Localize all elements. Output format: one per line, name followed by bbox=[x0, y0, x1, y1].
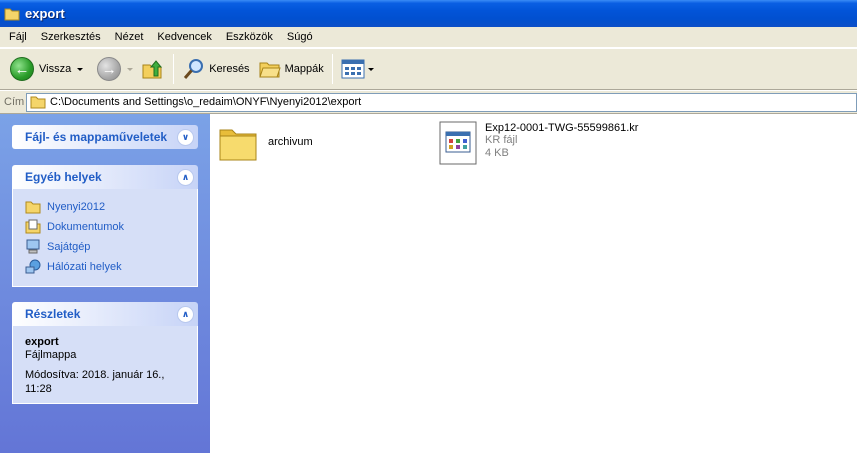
menu-help[interactable]: Súgó bbox=[280, 28, 320, 47]
place-item-label: Dokumentumok bbox=[47, 221, 125, 233]
folders-button-label: Mappák bbox=[284, 63, 324, 75]
file-item[interactable]: archivum bbox=[218, 124, 313, 162]
places-panel: Egyéb helyek ∧ Nyenyi2012 Dokumentumok S… bbox=[12, 165, 198, 287]
title-bar[interactable]: export bbox=[0, 0, 857, 27]
search-icon bbox=[184, 59, 204, 79]
menu-view[interactable]: Nézet bbox=[108, 28, 151, 47]
main-area: Fájl- és mappaműveletek ∨ Egyéb helyek ∧… bbox=[0, 113, 857, 453]
tasks-panel-header[interactable]: Fájl- és mappaműveletek ∨ bbox=[12, 125, 198, 149]
place-item-label: Sajátgép bbox=[47, 241, 91, 253]
network-icon bbox=[25, 259, 41, 274]
menu-file[interactable]: Fájl bbox=[2, 28, 34, 47]
details-time: 11:28 bbox=[25, 383, 52, 395]
places-panel-title: Egyéb helyek bbox=[25, 170, 102, 184]
tasks-panel: Fájl- és mappaműveletek ∨ bbox=[12, 125, 198, 149]
details-modified: Módosítva: 2018. január 16., bbox=[25, 369, 165, 381]
expand-chevron-icon[interactable]: ∨ bbox=[177, 128, 194, 146]
details-panel: Részletek ∧ export Fájlmappa Módosítva: … bbox=[12, 302, 198, 404]
forward-dropdown-icon[interactable] bbox=[127, 67, 134, 71]
details-item-name: export bbox=[25, 336, 59, 348]
place-item-network[interactable]: Hálózati helyek bbox=[25, 257, 187, 277]
address-label: Cím bbox=[4, 96, 25, 108]
place-item-label: Nyenyi2012 bbox=[47, 201, 106, 213]
collapse-chevron-icon[interactable]: ∧ bbox=[177, 168, 194, 186]
collapse-chevron-icon[interactable]: ∧ bbox=[177, 305, 194, 323]
up-folder-button[interactable] bbox=[137, 52, 169, 86]
file-name: Exp12-0001-TWG-55599861.kr bbox=[485, 122, 639, 134]
place-item-nyenyi2012[interactable]: Nyenyi2012 bbox=[25, 197, 187, 217]
menu-tools[interactable]: Eszközök bbox=[219, 28, 280, 47]
file-name: archivum bbox=[268, 136, 313, 148]
folders-icon bbox=[258, 62, 281, 78]
toolbar: ← Vissza → Keresés Mappák bbox=[0, 48, 857, 90]
folder-icon bbox=[219, 129, 257, 161]
place-item-my-computer[interactable]: Sajátgép bbox=[25, 237, 187, 257]
views-dropdown-icon[interactable] bbox=[367, 67, 374, 71]
computer-icon bbox=[26, 239, 40, 254]
search-button-label: Keresés bbox=[209, 63, 250, 75]
back-arrow-icon: ← bbox=[10, 57, 34, 81]
task-pane: Fájl- és mappaműveletek ∨ Egyéb helyek ∧… bbox=[0, 114, 210, 453]
places-panel-header[interactable]: Egyéb helyek ∧ bbox=[12, 165, 198, 189]
folder-icon bbox=[25, 201, 41, 214]
folder-icon bbox=[4, 8, 20, 20]
toolbar-separator bbox=[173, 54, 175, 84]
details-panel-body: export Fájlmappa Módosítva: 2018. január… bbox=[12, 326, 198, 404]
file-size: 4 KB bbox=[485, 147, 509, 159]
forward-button[interactable]: → bbox=[93, 52, 137, 86]
tasks-panel-title: Fájl- és mappaműveletek bbox=[25, 130, 168, 144]
places-panel-body: Nyenyi2012 Dokumentumok Sajátgép Hálózat… bbox=[12, 189, 198, 287]
file-info: Exp12-0001-TWG-55599861.kr KR fájl 4 KB bbox=[485, 122, 638, 160]
place-item-documents[interactable]: Dokumentumok bbox=[25, 217, 187, 237]
forward-arrow-icon: → bbox=[97, 57, 122, 81]
back-dropdown-icon[interactable] bbox=[77, 67, 84, 71]
back-button-label: Vissza bbox=[39, 63, 72, 75]
documents-icon bbox=[25, 219, 41, 234]
window-title: export bbox=[25, 6, 65, 21]
details-panel-header[interactable]: Részletek ∧ bbox=[12, 302, 198, 326]
up-folder-icon bbox=[142, 60, 163, 79]
file-type: KR fájl bbox=[485, 134, 518, 146]
file-item[interactable]: Exp12-0001-TWG-55599861.kr KR fájl 4 KB bbox=[438, 120, 638, 166]
search-button[interactable]: Keresés bbox=[178, 52, 253, 86]
folder-icon bbox=[30, 96, 46, 109]
toolbar-separator bbox=[331, 54, 333, 84]
back-button[interactable]: ← Vissza bbox=[6, 52, 87, 86]
views-icon bbox=[341, 59, 365, 79]
details-panel-title: Részletek bbox=[25, 307, 81, 321]
address-path: C:\Documents and Settings\o_redaim\ONYF\… bbox=[50, 96, 362, 108]
address-bar: Cím C:\Documents and Settings\o_redaim\O… bbox=[0, 90, 857, 113]
kr-file-icon bbox=[439, 121, 477, 165]
address-input[interactable]: C:\Documents and Settings\o_redaim\ONYF\… bbox=[26, 92, 857, 112]
details-item-type: Fájlmappa bbox=[25, 349, 77, 361]
views-button[interactable] bbox=[337, 52, 378, 86]
menu-bar: Fájl Szerkesztés Nézet Kedvencek Eszközö… bbox=[0, 27, 857, 48]
menu-favorites[interactable]: Kedvencek bbox=[150, 28, 218, 47]
folders-button[interactable]: Mappák bbox=[254, 52, 328, 86]
menu-edit[interactable]: Szerkesztés bbox=[34, 28, 108, 47]
place-item-label: Hálózati helyek bbox=[47, 261, 122, 273]
